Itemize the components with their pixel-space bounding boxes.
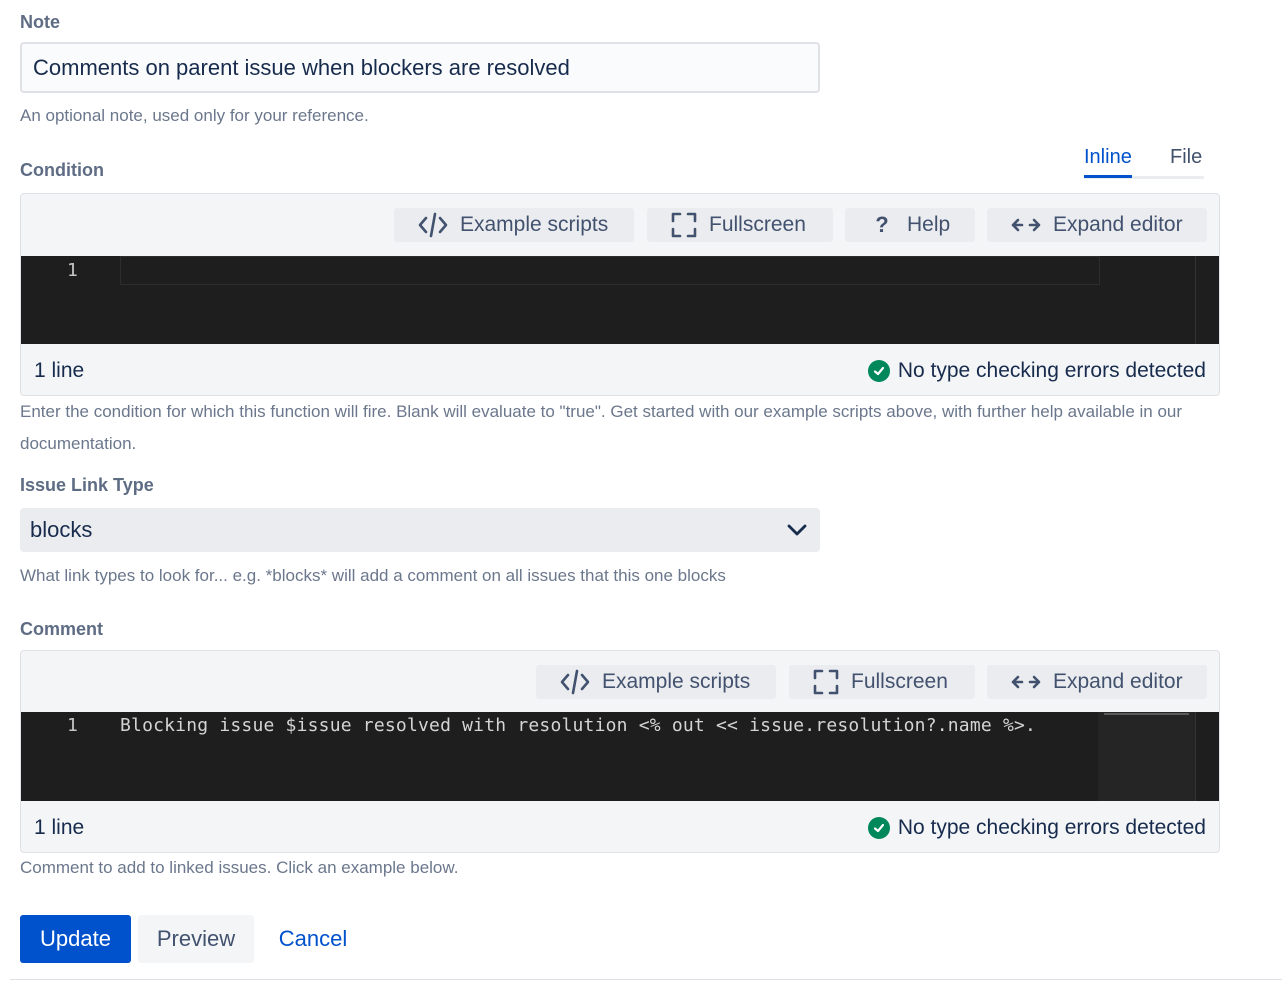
code-icon: [418, 212, 448, 238]
fullscreen-label: Fullscreen: [851, 670, 948, 693]
comment-status-text: No type checking errors detected: [897, 816, 1206, 839]
link-type-label: Issue Link Type: [20, 475, 154, 495]
chevron-down-icon: [787, 524, 807, 536]
line-number: 1: [67, 260, 78, 281]
cancel-link[interactable]: Cancel: [264, 915, 362, 963]
condition-help: Enter the condition for which this funct…: [20, 402, 1183, 453]
footer-divider: [10, 979, 1282, 980]
condition-example-scripts-button[interactable]: Example scripts: [394, 208, 634, 242]
condition-code-editor[interactable]: 1: [21, 256, 1219, 344]
condition-expand-editor-button[interactable]: Expand editor: [987, 208, 1207, 242]
preview-button[interactable]: Preview: [138, 915, 254, 963]
comment-help: Comment to add to linked issues. Click a…: [20, 858, 459, 877]
check-circle-icon: [867, 360, 890, 382]
minimap-line: [1104, 713, 1189, 715]
expand-editor-label: Expand editor: [1053, 213, 1183, 236]
comment-status: No type checking errors detected: [867, 816, 1206, 840]
expand-editor-label: Expand editor: [1053, 670, 1183, 693]
comment-fullscreen-button[interactable]: Fullscreen: [789, 665, 975, 699]
note-help: An optional note, used only for your ref…: [20, 106, 369, 125]
tab-file[interactable]: File: [1170, 146, 1202, 175]
line-number: 1: [67, 715, 78, 736]
fullscreen-label: Fullscreen: [709, 213, 806, 236]
note-label: Note: [20, 12, 60, 32]
check-circle-icon: [867, 817, 890, 839]
help-label: Help: [907, 213, 951, 236]
expand-arrows-icon: [1011, 675, 1041, 689]
minimap[interactable]: [1098, 712, 1195, 801]
condition-label: Condition: [20, 160, 104, 180]
condition-line-count: 1 line: [34, 359, 85, 382]
fullscreen-icon: [813, 669, 839, 695]
comment-code-editor[interactable]: 1 Blocking issue $issue resolved with re…: [21, 712, 1219, 801]
fullscreen-icon: [671, 212, 697, 238]
update-button[interactable]: Update: [20, 915, 131, 963]
comment-example-scripts-button[interactable]: Example scripts: [536, 665, 776, 699]
link-type-help: What link types to look for... e.g. *blo…: [20, 566, 726, 585]
editor-scrollbar[interactable]: [1195, 256, 1196, 344]
comment-line-count: 1 line: [34, 816, 85, 839]
comment-code: Blocking issue $issue resolved with reso…: [120, 715, 1037, 736]
comment-editor-panel: Example scripts Fullscreen Expand editor…: [20, 650, 1220, 853]
condition-help-button[interactable]: ? Help: [845, 208, 975, 242]
editor-scrollbar[interactable]: [1195, 712, 1196, 801]
condition-status-text: No type checking errors detected: [897, 359, 1206, 382]
condition-fullscreen-button[interactable]: Fullscreen: [647, 208, 833, 242]
question-icon: ?: [875, 212, 889, 237]
expand-arrows-icon: [1011, 218, 1041, 232]
note-input[interactable]: [20, 42, 820, 93]
current-line-highlight: [120, 256, 1100, 285]
comment-expand-editor-button[interactable]: Expand editor: [987, 665, 1207, 699]
comment-label: Comment: [20, 619, 104, 639]
condition-editor-panel: Example scripts Fullscreen ? Help Expand…: [20, 193, 1220, 396]
link-type-select[interactable]: blocks: [20, 508, 820, 552]
tab-inline[interactable]: Inline: [1084, 146, 1132, 178]
example-scripts-label: Example scripts: [460, 213, 609, 236]
link-type-value: blocks: [30, 517, 93, 542]
example-scripts-label: Example scripts: [602, 670, 751, 693]
code-icon: [560, 669, 590, 695]
condition-status: No type checking errors detected: [867, 359, 1206, 383]
